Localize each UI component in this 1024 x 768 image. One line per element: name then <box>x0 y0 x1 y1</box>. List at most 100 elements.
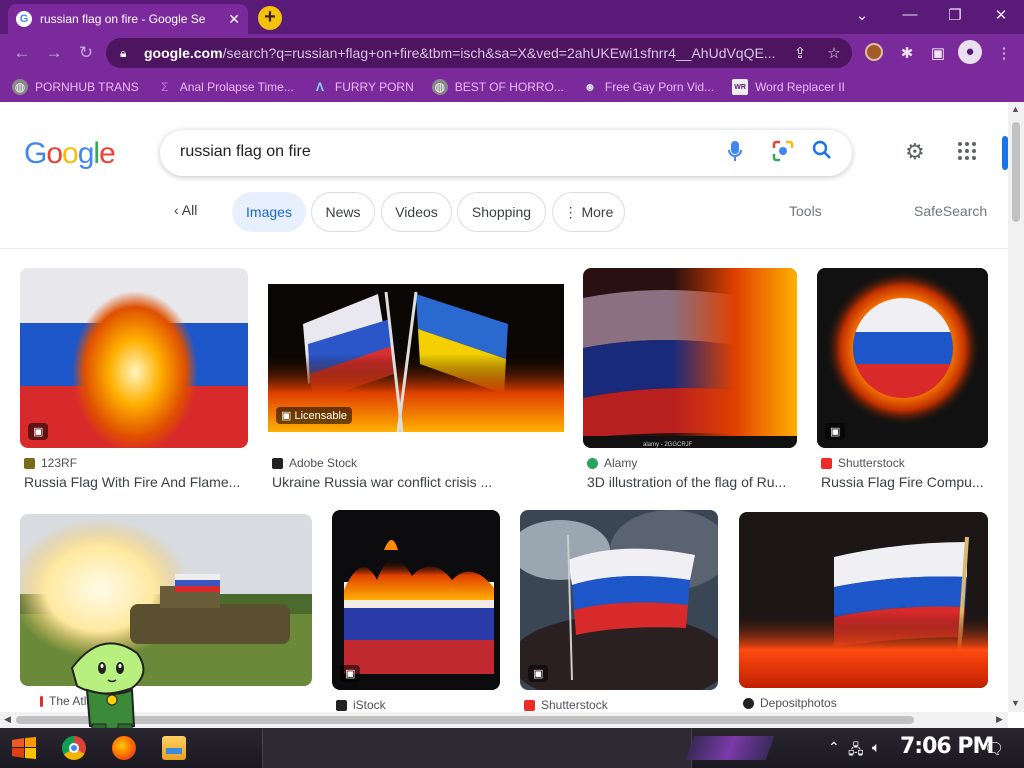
taskbar-clock[interactable]: 7:06 PM <box>900 734 994 759</box>
image-result[interactable]: ▣ Shutterstock Russia Flag Fire Compu... <box>817 268 988 498</box>
source-label: 123RF <box>41 456 78 470</box>
bookmark-label: Free Gay Porn Vid... <box>604 80 715 94</box>
reload-icon[interactable]: ↻ <box>76 43 96 63</box>
source-favicon-icon <box>24 457 35 469</box>
chrome-menu-icon[interactable]: ⋮ <box>994 44 1014 62</box>
back-arrow-icon[interactable]: ← <box>12 43 32 63</box>
source-favicon-icon <box>524 699 535 711</box>
lock-icon: 🔒︎ <box>120 45 127 60</box>
forward-arrow-icon[interactable]: → <box>44 43 64 63</box>
search-input[interactable]: russian flag on fire <box>180 143 311 161</box>
scroll-left-icon[interactable]: ◀ <box>4 714 11 725</box>
result-title[interactable]: 3D illustration of the flag of Ru... <box>587 474 795 490</box>
search-icon[interactable] <box>812 140 832 166</box>
image-result[interactable]: ▣ Licensable Adobe Stock Ukraine Russia … <box>268 268 564 498</box>
source-favicon-icon <box>821 457 832 469</box>
result-title[interactable]: Russia Flag With Fire And Flame... <box>24 474 246 490</box>
all-filter-link[interactable]: ‹ All <box>174 202 197 218</box>
browser-tab[interactable]: G russian flag on fire - Google Se ✕ <box>8 4 248 34</box>
share-icon[interactable]: ⇪ <box>790 44 810 62</box>
new-tab-button[interactable]: + <box>258 6 282 30</box>
url-path: /search?q=russian+flag+on+fire&tbm=isch&… <box>222 45 776 61</box>
scrollbar-thumb[interactable] <box>1012 122 1020 222</box>
result-thumbnail[interactable]: ▣ <box>817 268 988 448</box>
bookmark-item[interactable]: ◍ PORNHUB TRANS <box>12 79 139 95</box>
safesearch-button[interactable]: SafeSearch <box>914 203 987 219</box>
close-tab-icon[interactable]: ✕ <box>228 11 240 28</box>
google-lens-icon[interactable] <box>772 140 794 168</box>
notifications-icon[interactable]: 🗨︎ <box>984 739 1004 759</box>
bookmark-star-icon[interactable]: ☆ <box>824 44 844 62</box>
result-thumbnail[interactable]: alamy - 2GGCRJF <box>583 268 797 448</box>
result-thumbnail[interactable]: ▣ Licensable <box>268 284 564 432</box>
microphone-icon[interactable] <box>728 140 742 168</box>
result-title[interactable]: Russia Flag Fire Compu... <box>821 474 986 490</box>
result-source[interactable]: Adobe Stock <box>272 456 357 470</box>
restore-button[interactable]: ❐ <box>941 6 969 24</box>
extension-avatar-icon[interactable] <box>865 43 883 61</box>
result-source[interactable]: Depositphotos <box>743 696 837 710</box>
result-title[interactable]: Ukraine Russia war conflict crisis ... <box>272 474 562 490</box>
result-thumbnail[interactable]: ▣ <box>332 510 500 690</box>
chip-videos[interactable]: Videos <box>381 192 452 232</box>
network-icon[interactable]: 🖧︎ <box>848 739 864 763</box>
address-bar[interactable]: 🔒︎ google.com /search?q=russian+flag+on+… <box>106 38 852 68</box>
vertical-scrollbar[interactable]: ▲ ▼ <box>1008 102 1024 712</box>
result-source[interactable]: Alamy <box>587 456 637 470</box>
bookmark-item[interactable]: Σ Anal Prolapse Time... <box>157 79 294 95</box>
bookmark-label: PORNHUB TRANS <box>35 80 139 94</box>
image-result[interactable]: alamy - 2GGCRJF Alamy 3D illustration of… <box>583 268 797 498</box>
image-icon: ▣ <box>825 423 846 440</box>
profile-avatar-icon[interactable]: ● <box>958 40 982 64</box>
image-icon: ▣ <box>28 423 49 440</box>
close-window-button[interactable]: ✕ <box>987 6 1015 24</box>
url-host: google.com <box>144 45 223 61</box>
start-button[interactable] <box>10 736 38 760</box>
image-result[interactable]: ▣ 123RF Russia Flag With Fire And Flame.… <box>20 268 248 498</box>
image-result[interactable]: ▣ iStock <box>332 510 500 712</box>
extensions-puzzle-icon[interactable]: ✱ <box>897 44 917 62</box>
chip-shopping[interactable]: Shopping <box>457 192 546 232</box>
volume-icon[interactable]: 🔈︎ <box>872 739 880 756</box>
settings-gear-icon[interactable]: ⚙ <box>905 139 925 165</box>
bookmark-item[interactable]: WR Word Replacer II <box>732 79 845 95</box>
result-source[interactable]: Shutterstock <box>524 698 608 712</box>
side-panel-icon[interactable]: ▣ <box>928 44 948 62</box>
minimize-button[interactable]: — <box>896 6 924 23</box>
image-result[interactable]: ▣ Shutterstock <box>520 510 718 712</box>
result-source[interactable]: 123RF <box>24 456 77 470</box>
chip-images[interactable]: Images <box>232 192 306 232</box>
bookmark-label: Anal Prolapse Time... <box>179 80 294 94</box>
result-thumbnail[interactable]: ▣ <box>520 510 718 690</box>
source-label: iStock <box>353 698 386 712</box>
bookmarks-bar: ◍ PORNHUB TRANS Σ Anal Prolapse Time... … <box>0 72 1024 102</box>
result-source[interactable]: Shutterstock <box>821 456 905 470</box>
scroll-down-icon[interactable]: ▼ <box>1011 698 1020 708</box>
result-thumbnail[interactable]: ▣ <box>20 268 248 448</box>
show-hidden-icons-chevron-icon[interactable]: ⌃ <box>828 739 840 756</box>
google-logo[interactable]: Google <box>24 137 116 171</box>
browser-toolbar: ← → ↻ 🔒︎ google.com /search?q=russian+fl… <box>0 34 1024 72</box>
google-apps-icon[interactable] <box>958 142 976 160</box>
globe-icon: ◍ <box>12 79 28 95</box>
search-box[interactable]: russian flag on fire <box>160 130 852 176</box>
result-thumbnail[interactable] <box>739 512 988 688</box>
bookmark-item[interactable]: Λ FURRY PORN <box>312 79 414 95</box>
tab-title: russian flag on fire - Google Se <box>40 12 206 26</box>
bookmark-item[interactable]: ☻ Free Gay Porn Vid... <box>582 79 715 95</box>
bookmark-label: Word Replacer II <box>755 80 845 94</box>
file-explorer-taskbar-icon[interactable] <box>162 736 186 760</box>
chip-news[interactable]: News <box>311 192 375 232</box>
scroll-up-icon[interactable]: ▲ <box>1011 104 1020 114</box>
result-source[interactable]: iStock <box>336 698 386 712</box>
tools-button[interactable]: Tools <box>789 203 822 219</box>
tab-search-chevron-icon[interactable]: ⌄ <box>848 6 876 24</box>
scroll-right-icon[interactable]: ▶ <box>996 714 1003 725</box>
chrome-taskbar-icon[interactable] <box>62 736 86 760</box>
firefox-taskbar-icon[interactable] <box>112 736 136 760</box>
sigma-icon: Σ <box>161 80 169 94</box>
bookmark-item[interactable]: ◍ BEST OF HORRO... <box>431 79 564 95</box>
screen: G russian flag on fire - Google Se ✕ + ⌄… <box>0 0 1024 768</box>
image-result[interactable]: Depositphotos <box>739 512 988 712</box>
chip-more[interactable]: ⋮ More <box>552 192 625 232</box>
